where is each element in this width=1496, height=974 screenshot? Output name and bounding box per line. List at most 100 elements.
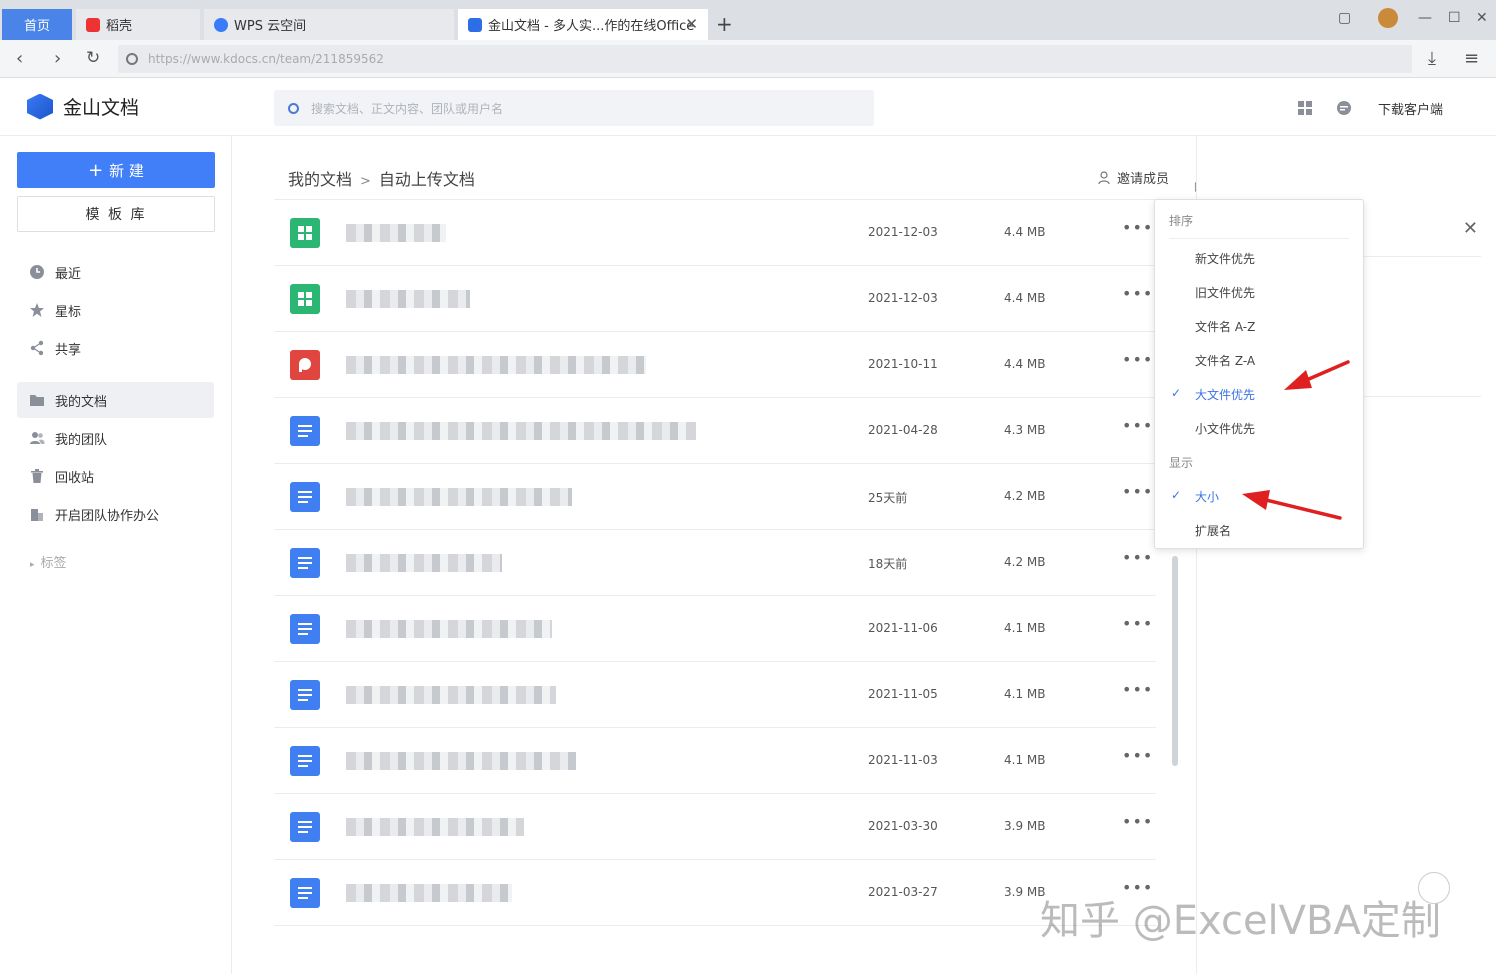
sidebar-item-recent[interactable]: 最近: [17, 254, 214, 290]
close-window-icon[interactable]: ✕: [1476, 10, 1488, 26]
more-options-icon[interactable]: •••: [1122, 350, 1153, 369]
search-input[interactable]: 搜索文档、正文内容、团队或用户名: [274, 90, 874, 126]
sidebar-item-label: 我的文档: [55, 394, 108, 410]
new-tab-button[interactable]: +: [716, 12, 733, 36]
assistant-robot-icon[interactable]: [1418, 872, 1450, 904]
sidebar-item-shared[interactable]: 共享: [17, 330, 214, 366]
main-content: 我的文档>自动上传文档 邀请成员 新建 上传 2021-12-034.4 MB•…: [232, 136, 1464, 974]
forward-icon[interactable]: ›: [54, 48, 61, 69]
close-panel-icon[interactable]: ✕: [1463, 218, 1478, 239]
table-row[interactable]: 2021-12-03 4.4 MB •••: [274, 266, 1156, 332]
sort-option[interactable]: 小文件优先: [1195, 420, 1255, 437]
table-row[interactable]: 18天前 4.2 MB •••: [274, 530, 1156, 596]
more-options-icon[interactable]: •••: [1122, 614, 1153, 633]
file-name-blurred[interactable]: [346, 290, 470, 308]
kdocs-logo-icon: [27, 93, 53, 120]
tab-label: 稻壳: [106, 19, 133, 34]
new-button[interactable]: + 新 建: [17, 152, 215, 188]
more-options-icon[interactable]: •••: [1122, 812, 1153, 831]
sort-option[interactable]: 大文件优先: [1195, 386, 1255, 403]
app-header: 金山文档 搜索文档、正文内容、团队或用户名 下载客户端: [0, 78, 1496, 136]
file-name-blurred[interactable]: [346, 884, 512, 902]
menu-icon[interactable]: ≡: [1464, 48, 1479, 69]
doc-file-icon: [290, 416, 320, 446]
table-row[interactable]: 2021-11-05 4.1 MB •••: [274, 662, 1156, 728]
sidebar-item-label: 最近: [55, 266, 82, 282]
maximize-icon[interactable]: ☐: [1448, 10, 1461, 26]
message-icon[interactable]: [1336, 100, 1352, 116]
sidebar-item-my-team[interactable]: 我的团队: [17, 420, 214, 456]
table-row[interactable]: 2021-04-28 4.3 MB •••: [274, 398, 1156, 464]
file-name-blurred[interactable]: [346, 488, 572, 506]
more-options-icon[interactable]: •••: [1122, 680, 1153, 699]
star-icon: [30, 303, 44, 317]
sort-option[interactable]: 文件名 Z-A: [1195, 352, 1255, 369]
sort-option[interactable]: 文件名 A-Z: [1195, 318, 1255, 335]
close-tab-icon[interactable]: ✕: [685, 15, 698, 33]
sidebar-item-my-docs[interactable]: 我的文档: [17, 382, 214, 418]
url-input[interactable]: https://www.kdocs.cn/team/211859562: [118, 45, 1412, 73]
app-logo[interactable]: 金山文档: [27, 93, 139, 120]
tab-wps-cloud[interactable]: WPS 云空间: [204, 9, 454, 40]
file-date: 2021-11-03: [868, 753, 938, 767]
file-name-blurred[interactable]: [346, 224, 446, 242]
file-name-blurred[interactable]: [346, 554, 502, 572]
sort-option[interactable]: 新文件优先: [1195, 250, 1255, 267]
ppt-file-icon: [290, 350, 320, 380]
breadcrumb-separator-icon: >: [360, 174, 371, 189]
table-row[interactable]: 2021-11-06 4.1 MB •••: [274, 596, 1156, 662]
file-name-blurred[interactable]: [346, 422, 696, 440]
tab-home[interactable]: 首页: [2, 9, 72, 40]
minimize-icon[interactable]: —: [1418, 10, 1432, 26]
file-name-blurred[interactable]: [346, 356, 646, 374]
breadcrumb-my-docs[interactable]: 我的文档: [288, 170, 352, 189]
file-date: 2021-12-03: [868, 291, 938, 305]
more-options-icon[interactable]: •••: [1122, 284, 1153, 303]
table-row[interactable]: 25天前 4.2 MB •••: [274, 464, 1156, 530]
tab-kdocs[interactable]: 金山文档 - 多人实...作的在线Office ✕: [458, 9, 708, 40]
table-row[interactable]: 2021-12-03 4.4 MB •••: [274, 200, 1156, 266]
reload-icon[interactable]: ↻: [86, 48, 100, 68]
file-name-blurred[interactable]: [346, 818, 524, 836]
display-option[interactable]: 大小: [1195, 488, 1219, 505]
more-options-icon[interactable]: •••: [1122, 218, 1153, 237]
invite-members-button[interactable]: 邀请成员: [1098, 168, 1169, 187]
more-options-icon[interactable]: •••: [1122, 746, 1153, 765]
scrollbar[interactable]: [1172, 556, 1178, 766]
download-icon[interactable]: ⤓: [1428, 48, 1436, 69]
watermark: 知乎 @ExcelVBA定制: [1040, 898, 1441, 944]
file-name-blurred[interactable]: [346, 620, 552, 638]
url-text: https://www.kdocs.cn/team/211859562: [148, 52, 384, 66]
sidebar-item-trash[interactable]: 回收站: [17, 458, 214, 494]
back-icon[interactable]: ‹: [16, 48, 23, 69]
display-option[interactable]: 扩展名: [1195, 522, 1231, 539]
table-row[interactable]: 2021-11-03 4.1 MB •••: [274, 728, 1156, 794]
avatar[interactable]: [1378, 8, 1398, 28]
table-row[interactable]: 2021-03-27 3.9 MB •••: [274, 860, 1156, 926]
file-name-blurred[interactable]: [346, 752, 576, 770]
cloud-icon: [214, 17, 228, 32]
table-row[interactable]: 2021-10-11 4.4 MB •••: [274, 332, 1156, 398]
sort-option[interactable]: 旧文件优先: [1195, 284, 1255, 301]
more-options-icon[interactable]: •••: [1122, 548, 1153, 567]
more-options-icon[interactable]: •••: [1122, 482, 1153, 501]
sort-header: 排序: [1169, 214, 1194, 228]
tags-section[interactable]: ▸ 标签: [30, 552, 67, 571]
sidebar-item-starred[interactable]: 星标: [17, 292, 214, 328]
template-library-button[interactable]: 模 板 库: [17, 196, 215, 232]
multiwindow-icon[interactable]: ▢: [1338, 10, 1351, 26]
team-icon: [30, 432, 45, 444]
apps-grid-icon[interactable]: [1297, 100, 1313, 116]
sidebar-item-label: 回收站: [55, 470, 95, 486]
file-name-blurred[interactable]: [346, 686, 556, 704]
kdocs-icon: [468, 17, 482, 32]
more-options-icon[interactable]: •••: [1122, 416, 1153, 435]
red-arrow-display: [1242, 490, 1342, 520]
file-date: 2021-03-27: [868, 885, 938, 899]
download-client-link[interactable]: 下载客户端: [1378, 99, 1443, 118]
tab-docer[interactable]: 稻壳: [76, 9, 200, 40]
table-row[interactable]: 2021-03-30 3.9 MB •••: [274, 794, 1156, 860]
trash-icon: [31, 469, 43, 483]
check-icon: ✓: [1171, 488, 1182, 502]
sidebar-item-team-collab[interactable]: 开启团队协作办公: [17, 496, 214, 532]
